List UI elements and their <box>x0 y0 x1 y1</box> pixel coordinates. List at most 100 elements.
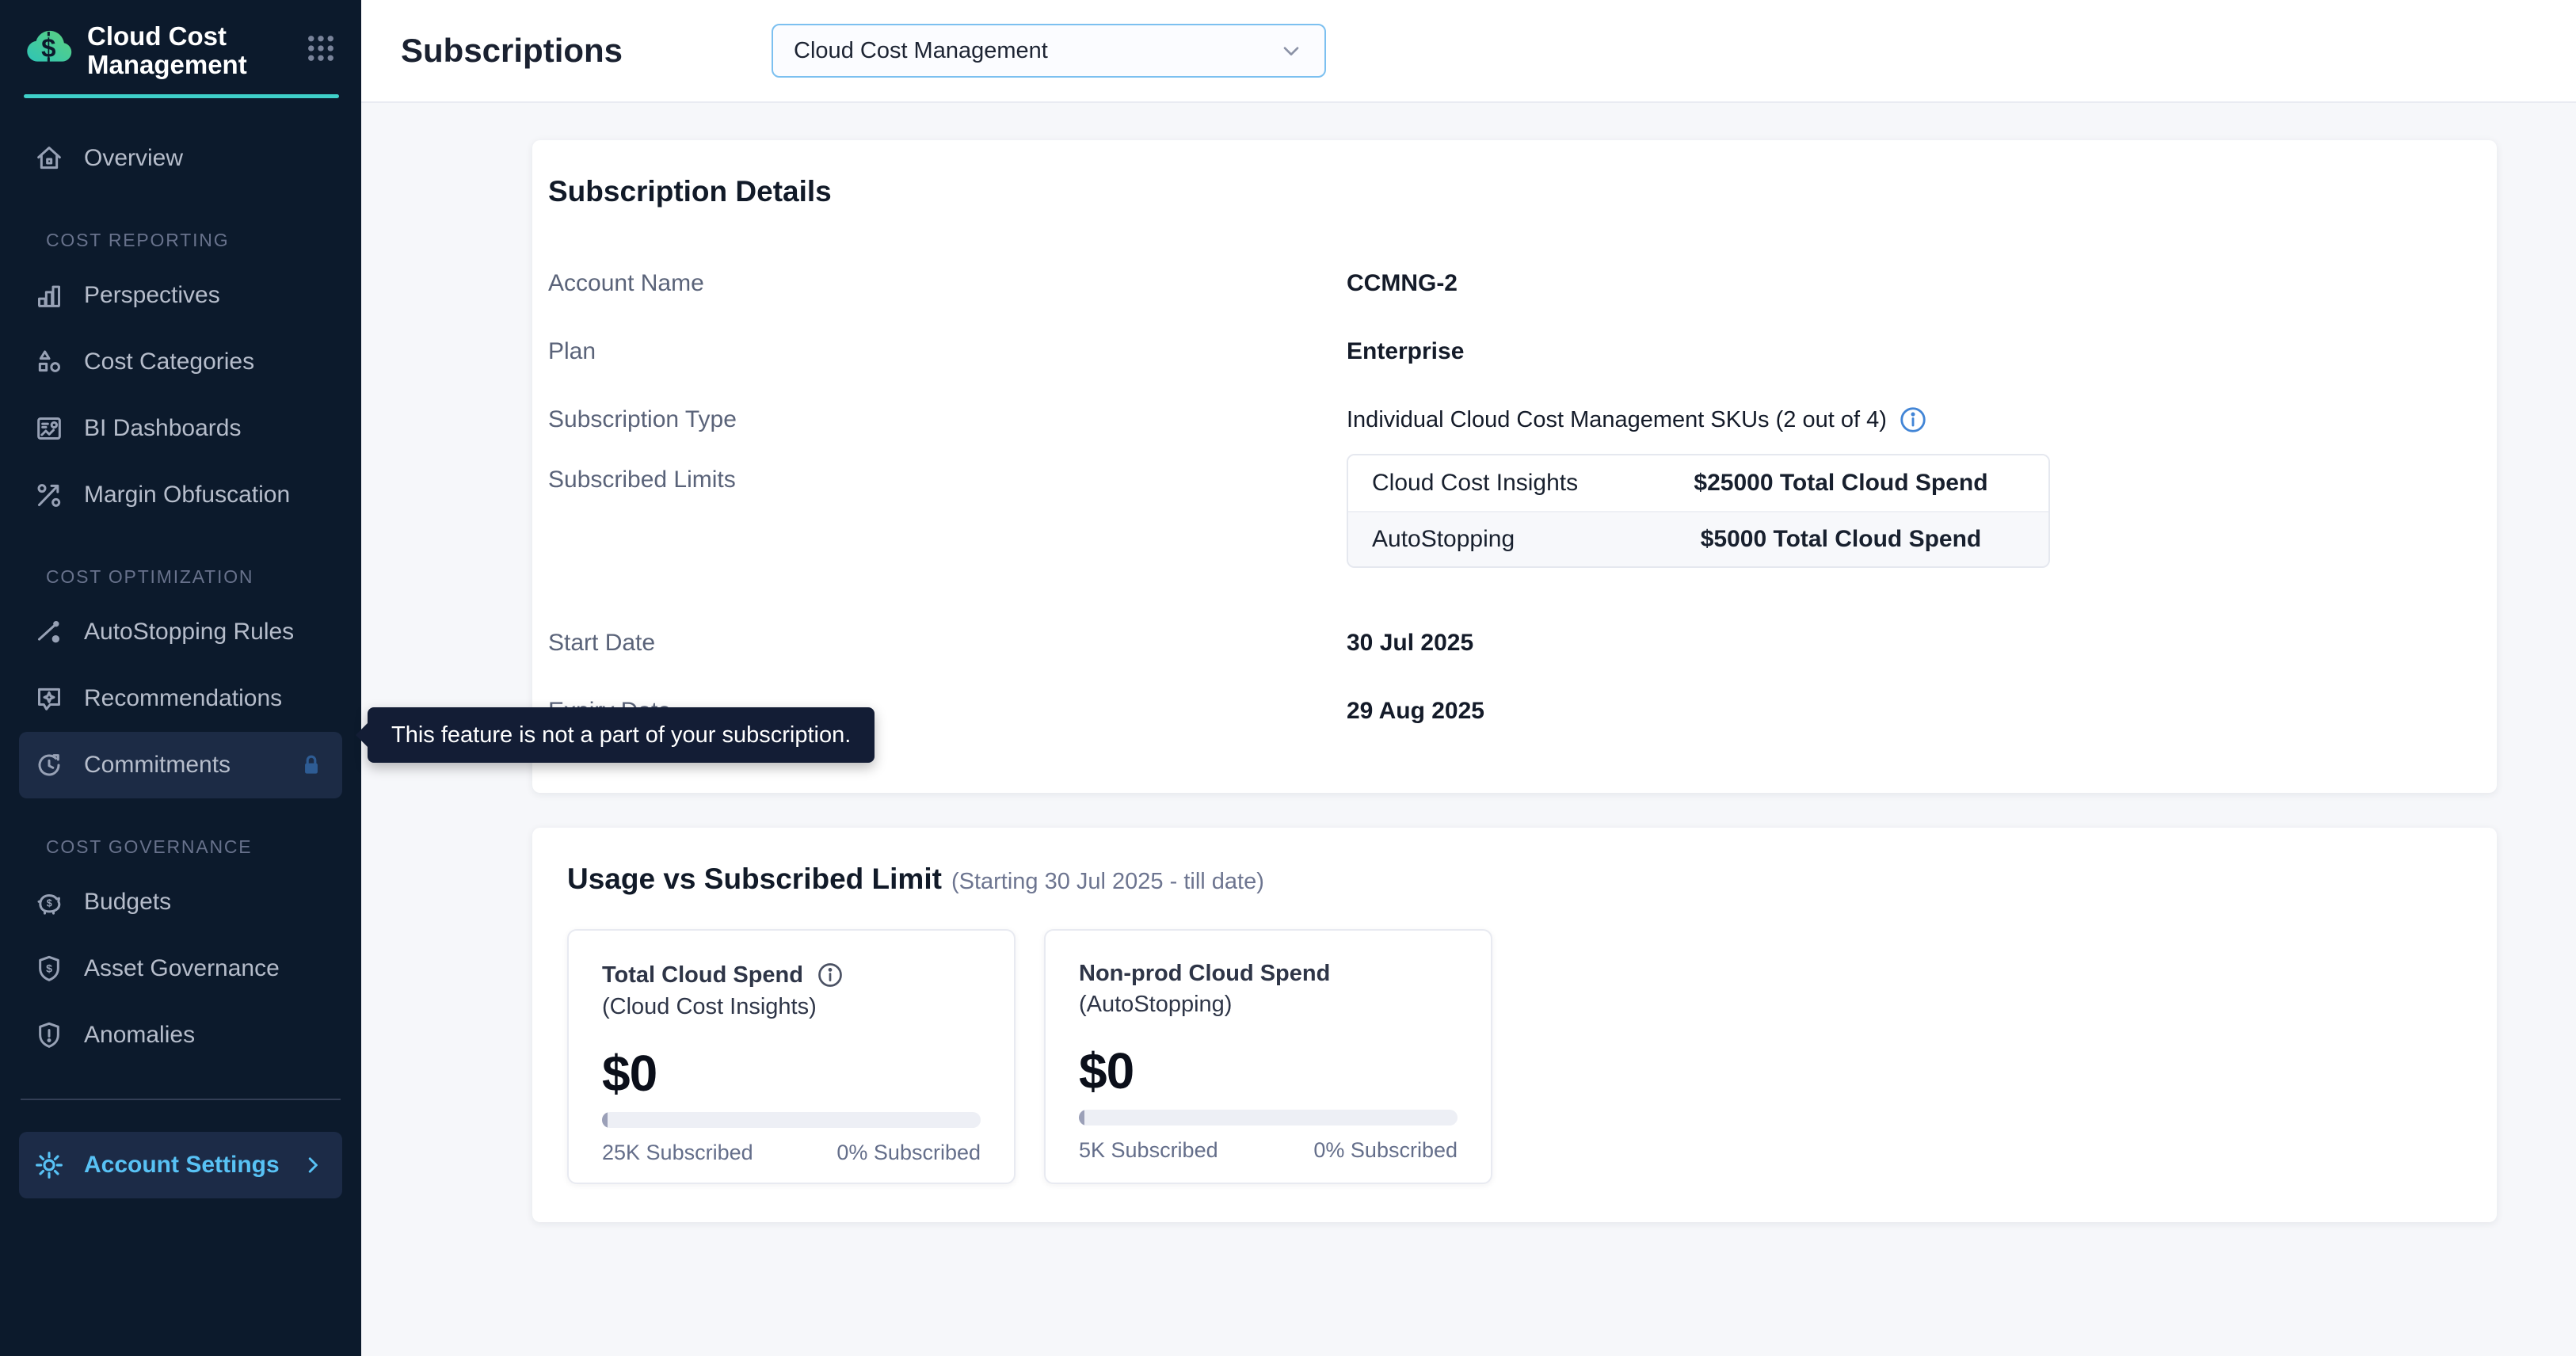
sidebar-item-margin-obfuscation[interactable]: Margin Obfuscation <box>0 462 361 528</box>
svg-text:$: $ <box>47 898 52 909</box>
limit-sku-value: $5000 Total Cloud Spend <box>1657 526 2048 553</box>
subscribed-amount-label: 25K Subscribed <box>602 1141 753 1165</box>
subscribed-percent-label: 0% Subscribed <box>1313 1138 1458 1163</box>
sidebar-item-label: BI Dashboards <box>84 415 241 442</box>
chevron-down-icon <box>1278 38 1304 63</box>
main-area: Subscriptions Cloud Cost Management Subs… <box>361 0 2576 1356</box>
total-cloud-spend-card: Total Cloud Spend (Cloud Cost Insights) … <box>567 929 1016 1184</box>
subscription-type-text: Individual Cloud Cost Management SKUs (2… <box>1347 407 1887 433</box>
stat-subtitle: (AutoStopping) <box>1079 992 1458 1018</box>
apps-grid-icon[interactable] <box>304 32 337 65</box>
subscription-type-row: Subscription Type Individual Cloud Cost … <box>548 386 2462 454</box>
stat-title-text: Total Cloud Spend <box>602 962 803 988</box>
account-name-row: Account Name CCMNG-2 <box>548 249 2462 318</box>
shield-alert-icon <box>33 1019 65 1051</box>
logo-row: $ Cloud Cost Management <box>0 0 361 78</box>
subscription-details-heading: Subscription Details <box>548 175 2462 208</box>
dashboard-image-icon <box>33 413 65 444</box>
stat-amount: $0 <box>1079 1042 1458 1100</box>
limit-sku-name: Cloud Cost Insights <box>1372 470 1657 497</box>
commitments-history-icon <box>33 749 65 781</box>
plan-value: Enterprise <box>1347 338 1464 365</box>
usage-period: (Starting 30 Jul 2025 - till date) <box>951 869 1264 894</box>
usage-progress-fill <box>1079 1110 1084 1126</box>
stat-subtitle: (Cloud Cost Insights) <box>602 994 981 1020</box>
subscribed-limits-table: Cloud Cost Insights $25000 Total Cloud S… <box>1347 454 2050 568</box>
stat-footer: 5K Subscribed 0% Subscribed <box>1079 1138 1458 1163</box>
table-row: AutoStopping $5000 Total Cloud Spend <box>1348 511 2048 566</box>
table-row: Cloud Cost Insights $25000 Total Cloud S… <box>1348 455 2048 511</box>
start-date-value: 30 Jul 2025 <box>1347 630 1473 657</box>
stat-amount: $0 <box>602 1044 981 1103</box>
section-cost-reporting: COST REPORTING <box>0 230 361 251</box>
sidebar-item-overview[interactable]: Overview <box>0 125 361 192</box>
subscribed-amount-label: 5K Subscribed <box>1079 1138 1218 1163</box>
svg-text:$: $ <box>46 963 52 976</box>
sidebar-item-label: Overview <box>84 145 183 172</box>
gear-icon <box>33 1149 65 1181</box>
sidebar-divider <box>21 1099 341 1100</box>
sidebar-item-anomalies[interactable]: Anomalies <box>0 1002 361 1068</box>
subscribed-percent-label: 0% Subscribed <box>836 1141 981 1165</box>
section-cost-optimization: COST OPTIMIZATION <box>0 566 361 588</box>
subscribed-limits-label: Subscribed Limits <box>548 454 1347 493</box>
info-icon[interactable] <box>816 961 844 989</box>
limit-sku-value: $25000 Total Cloud Spend <box>1657 470 2048 497</box>
start-date-label: Start Date <box>548 630 1347 657</box>
sidebar-item-budgets[interactable]: $ Budgets <box>0 869 361 935</box>
page-header: Subscriptions Cloud Cost Management <box>361 0 2576 103</box>
account-name-label: Account Name <box>548 270 1347 297</box>
sidebar-item-autostopping-rules[interactable]: AutoStopping Rules <box>0 599 361 665</box>
sidebar-item-label: Asset Governance <box>84 955 280 982</box>
sidebar-item-commitments[interactable]: Commitments <box>19 732 342 798</box>
sidebar-item-label: Margin Obfuscation <box>84 482 290 508</box>
piggy-bank-icon: $ <box>33 886 65 918</box>
info-icon[interactable] <box>1898 405 1928 435</box>
sidebar-item-label: Anomalies <box>84 1022 195 1049</box>
limit-sku-name: AutoStopping <box>1372 526 1657 553</box>
cloud-cost-logo-icon: $ <box>24 19 76 71</box>
sidebar-item-asset-governance[interactable]: $ Asset Governance <box>0 935 361 1002</box>
usage-vs-limit-card: Usage vs Subscribed Limit (Starting 30 Ju… <box>532 828 2497 1222</box>
account-settings-label: Account Settings <box>84 1152 280 1179</box>
stat-title-text: Non-prod Cloud Spend <box>1079 961 1330 987</box>
autostopping-lever-icon <box>33 616 65 648</box>
subscription-type-label: Subscription Type <box>548 406 1347 433</box>
chevron-right-icon <box>301 1153 325 1177</box>
usage-progress-bar <box>602 1112 981 1128</box>
expiry-date-value: 29 Aug 2025 <box>1347 698 1484 725</box>
sidebar-item-bi-dashboards[interactable]: BI Dashboards <box>0 395 361 462</box>
section-cost-governance: COST GOVERNANCE <box>0 836 361 858</box>
usage-progress-fill <box>602 1112 608 1128</box>
module-selector-value: Cloud Cost Management <box>794 38 1048 64</box>
bar-chart-icon <box>33 280 65 311</box>
sidebar-item-recommendations[interactable]: Recommendations <box>0 665 361 732</box>
sidebar-item-label: Commitments <box>84 752 231 779</box>
sidebar-item-account-settings[interactable]: Account Settings <box>19 1132 342 1198</box>
subscribed-limits-row: Subscribed Limits Cloud Cost Insights $2… <box>548 454 2462 588</box>
sidebar-nav: Overview COST REPORTING Perspectives Cos… <box>0 98 361 1068</box>
home-icon <box>33 143 65 174</box>
account-name-value: CCMNG-2 <box>1347 270 1458 297</box>
usage-heading-text: Usage vs Subscribed Limit <box>567 863 942 895</box>
recommendations-sparkle-icon <box>33 683 65 714</box>
sidebar-item-cost-categories[interactable]: Cost Categories <box>0 329 361 395</box>
sidebar: $ Cloud Cost Management Overview COST RE… <box>0 0 361 1356</box>
sidebar-item-label: Cost Categories <box>84 349 254 375</box>
stat-title: Non-prod Cloud Spend <box>1079 961 1458 987</box>
subscription-details-card: Subscription Details Account Name CCMNG-… <box>532 140 2497 793</box>
shapes-icon <box>33 346 65 378</box>
subscription-lock-tooltip: This feature is not a part of your subsc… <box>368 707 875 763</box>
nonprod-cloud-spend-card: Non-prod Cloud Spend (AutoStopping) $0 5… <box>1044 929 1492 1184</box>
sidebar-item-perspectives[interactable]: Perspectives <box>0 262 361 329</box>
usage-stat-row: Total Cloud Spend (Cloud Cost Insights) … <box>567 929 2462 1184</box>
page-title: Subscriptions <box>401 32 623 70</box>
usage-progress-bar <box>1079 1110 1458 1126</box>
shield-dollar-icon: $ <box>33 953 65 985</box>
sidebar-item-label: AutoStopping Rules <box>84 619 294 646</box>
plan-label: Plan <box>548 338 1347 365</box>
module-selector-dropdown[interactable]: Cloud Cost Management <box>772 24 1326 78</box>
lock-icon <box>298 752 325 779</box>
plan-row: Plan Enterprise <box>548 318 2462 386</box>
app-title: Cloud Cost Management <box>87 19 253 78</box>
